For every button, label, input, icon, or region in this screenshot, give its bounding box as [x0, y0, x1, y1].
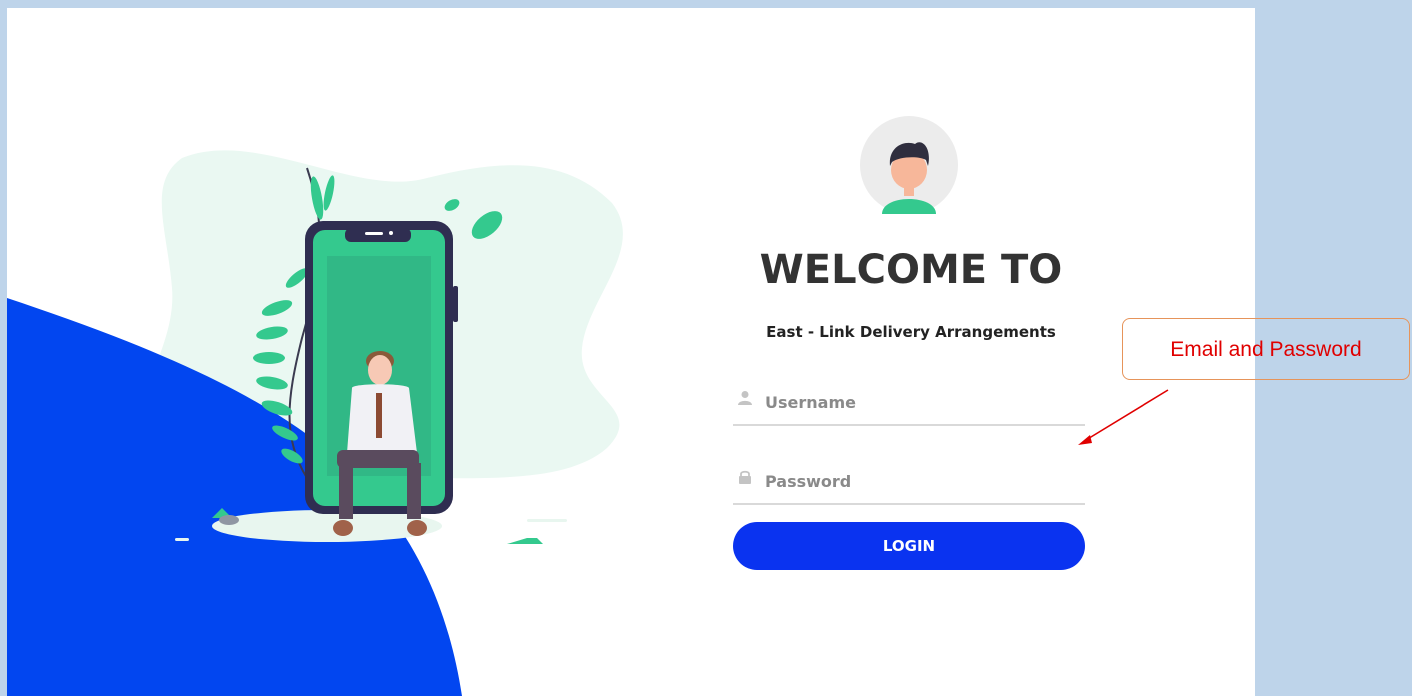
username-input[interactable] — [763, 384, 1087, 420]
username-field — [733, 384, 1087, 426]
lock-icon — [739, 470, 751, 484]
user-avatar-icon — [860, 116, 958, 214]
annotation-label: Email and Password — [1170, 338, 1362, 361]
password-field — [733, 463, 1087, 505]
app-subtitle: East - Link Delivery Arrangements — [766, 323, 1056, 341]
login-illustration — [7, 8, 707, 696]
login-button[interactable]: LOGIN — [733, 522, 1085, 570]
user-icon — [738, 391, 752, 405]
annotation-arrow-icon — [1078, 389, 1169, 445]
phone-person-illustration — [7, 150, 623, 696]
password-input[interactable] — [763, 463, 1087, 499]
welcome-title: WELCOME TO — [759, 247, 1063, 293]
login-page: WELCOME TO East - Link Delivery Arrangem… — [7, 8, 1255, 696]
